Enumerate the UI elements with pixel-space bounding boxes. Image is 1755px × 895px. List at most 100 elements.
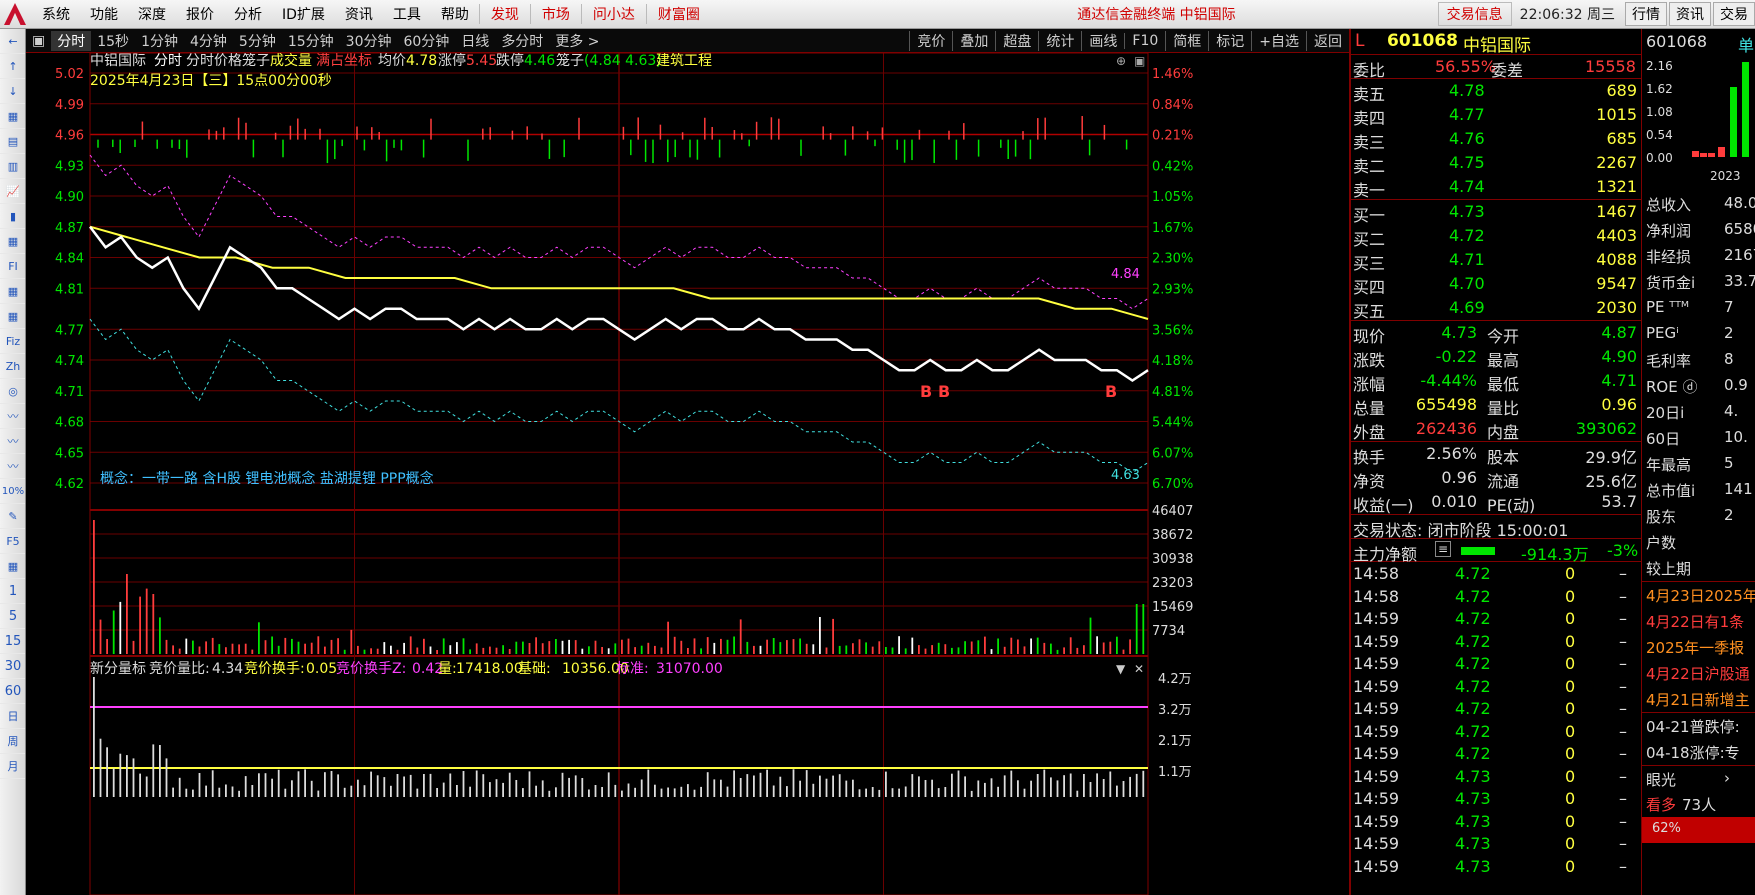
left-tool-8[interactable]: ▦	[0, 229, 25, 254]
left-tool-19[interactable]: ✎	[0, 504, 25, 529]
chart-tool-2[interactable]: 超盘	[995, 30, 1038, 51]
left-tool-0[interactable]: ←	[0, 29, 25, 54]
menu-ask-xiaoda[interactable]: 问小达	[580, 4, 646, 24]
layout-toggle-icon[interactable]: ▣	[26, 33, 51, 49]
chart-tool-7[interactable]: 标记	[1208, 30, 1251, 51]
period-tab-0[interactable]: 分时	[51, 30, 92, 51]
left-tool-23[interactable]: 5	[0, 604, 25, 629]
menu-analysis[interactable]: 分析	[224, 4, 272, 24]
left-tool-26[interactable]: 60	[0, 679, 25, 704]
left-tool-24[interactable]: 15	[0, 629, 25, 654]
period-tab-6[interactable]: 30分钟	[340, 31, 398, 51]
left-tool-13[interactable]: Zh	[0, 354, 25, 379]
ask-row[interactable]: 卖四 4.77 1015	[1351, 103, 1641, 128]
menu-function[interactable]: 功能	[80, 4, 128, 24]
left-tool-28[interactable]: 周	[0, 729, 25, 754]
ask-row[interactable]: 卖一 4.74 1321	[1351, 175, 1641, 200]
ask-row[interactable]: 卖五 4.78 689	[1351, 79, 1641, 104]
period-tab-10[interactable]: 更多 >	[549, 31, 605, 51]
period-tab-7[interactable]: 60分钟	[397, 31, 455, 51]
quote-button[interactable]: 行情	[1625, 2, 1667, 26]
left-tool-27[interactable]: 日	[0, 704, 25, 729]
menu-tools[interactable]: 工具	[383, 4, 431, 24]
ask-row[interactable]: 卖三 4.76 685	[1351, 127, 1641, 152]
left-tool-7[interactable]: ▮	[0, 204, 25, 229]
left-tool-1[interactable]: ↑	[0, 54, 25, 79]
period-tab-8[interactable]: 日线	[455, 31, 495, 51]
f-news-text[interactable]: 4月23日2025年	[1646, 585, 1755, 606]
menu-wealth-circle[interactable]: 财富圈	[645, 4, 711, 24]
maximize-icon[interactable]: ⊕	[1116, 54, 1126, 68]
left-tool-10[interactable]: ▦	[0, 279, 25, 304]
f-news-text[interactable]: 2025年一季报	[1646, 637, 1744, 658]
panel-icon[interactable]: ▣	[1134, 54, 1145, 68]
left-tool-16[interactable]: 〰	[0, 429, 25, 454]
f-news-item[interactable]: 4月22日有1条	[1642, 608, 1755, 634]
f-news-item[interactable]: 2025年一季报	[1642, 634, 1755, 660]
left-tool-25[interactable]: 30	[0, 654, 25, 679]
left-tool-12[interactable]: Fiz	[0, 329, 25, 354]
f-news-text[interactable]: 4月22日沪股通	[1646, 663, 1750, 684]
chart-tool-6[interactable]: 简框	[1165, 30, 1208, 51]
period-tab-3[interactable]: 4分钟	[184, 31, 233, 51]
chart-tool-1[interactable]: 叠加	[952, 30, 995, 51]
chart-tool-3[interactable]: 统计	[1038, 30, 1081, 51]
f-news-text[interactable]: 4月22日有1条	[1646, 611, 1744, 632]
period-tab-9[interactable]: 多分时	[495, 31, 549, 51]
period-tab-5[interactable]: 15分钟	[282, 31, 340, 51]
menu-market[interactable]: 市场	[529, 4, 581, 24]
left-tool-15[interactable]: 〰	[0, 404, 25, 429]
left-tool-18[interactable]: 10%	[0, 479, 25, 504]
chart-tool-0[interactable]: 竞价	[909, 30, 952, 51]
ask-row[interactable]: 卖二 4.75 2267	[1351, 151, 1641, 176]
chart-tool-8[interactable]: +自选	[1251, 30, 1306, 51]
news-button[interactable]: 资讯	[1669, 2, 1711, 26]
left-tool-9[interactable]: FI	[0, 254, 25, 279]
menu-news[interactable]: 资讯	[335, 4, 383, 24]
left-tool-21[interactable]: ▦	[0, 554, 25, 579]
period-tab-1[interactable]: 15秒	[91, 31, 135, 51]
left-tool-22[interactable]: 1	[0, 579, 25, 604]
menu-quote[interactable]: 报价	[176, 4, 224, 24]
left-tool-4[interactable]: ▤	[0, 129, 25, 154]
menu-system[interactable]: 系统	[32, 4, 80, 24]
f-eye-arrow-icon[interactable]: ›	[1724, 769, 1730, 787]
bid-row[interactable]: 买四 4.70 9547	[1351, 272, 1641, 297]
trade-info-button[interactable]: 交易信息	[1437, 2, 1512, 26]
indicator-dropdown-icon[interactable]: ▼	[1116, 662, 1126, 676]
menu-id-ext[interactable]: ID扩展	[272, 4, 335, 24]
left-tool-14[interactable]: ◎	[0, 379, 25, 404]
period-tab-4[interactable]: 5分钟	[233, 31, 282, 51]
chart-tool-4[interactable]: 画线	[1081, 30, 1124, 51]
chart-tool-9[interactable]: 返回	[1306, 30, 1349, 51]
chart-area[interactable]: 中铝国际 分时 分时价格笼子 成交量 满占坐标 均价 4.78 涨停 5.45 …	[26, 53, 1349, 895]
bid-row[interactable]: 买三 4.71 4088	[1351, 248, 1641, 273]
left-tool-5[interactable]: ▥	[0, 154, 25, 179]
chart-tool-5[interactable]: F10	[1124, 32, 1165, 49]
concept-list[interactable]: 概念：一带一路 含H股 锂电池概念 盐湖提锂 PPP概念	[100, 470, 434, 487]
bid-row[interactable]: 买五 4.69 2030	[1351, 296, 1641, 321]
indicator-close-icon[interactable]: ✕	[1134, 662, 1144, 676]
left-tool-2[interactable]: ↓	[0, 79, 25, 104]
f-notice-item[interactable]: 04-18涨停:专	[1642, 739, 1755, 765]
menu-depth[interactable]: 深度	[128, 4, 176, 24]
trade-button[interactable]: 交易	[1713, 2, 1755, 26]
period-tab-2[interactable]: 1分钟	[135, 31, 184, 51]
left-tool-17[interactable]: 〰	[0, 454, 25, 479]
list-icon[interactable]: ≡	[1435, 541, 1452, 557]
bid-row[interactable]: 买二 4.72 4403	[1351, 224, 1641, 249]
f-news-item[interactable]: 4月21日新增主	[1642, 686, 1755, 712]
f-notice-text[interactable]: 04-21普跌停:	[1646, 716, 1740, 737]
left-tool-3[interactable]: ▦	[0, 104, 25, 129]
f-notice-text[interactable]: 04-18涨停:专	[1646, 742, 1740, 763]
menu-discover[interactable]: 发现	[478, 4, 530, 24]
intraday-chart[interactable]: 中铝国际 分时 分时价格笼子 成交量 满占坐标 均价 4.78 涨停 5.45 …	[26, 53, 1349, 895]
left-tool-6[interactable]: 📈	[0, 179, 25, 204]
full-coord-toggle[interactable]: 满占坐标	[316, 53, 372, 69]
left-tool-20[interactable]: F5	[0, 529, 25, 554]
f-notice-item[interactable]: 04-21普跌停:	[1642, 713, 1755, 739]
left-tool-29[interactable]: 月	[0, 754, 25, 779]
f-news-item[interactable]: 4月23日2025年	[1642, 582, 1755, 608]
f-news-text[interactable]: 4月21日新增主	[1646, 689, 1750, 710]
bid-row[interactable]: 买一 4.73 1467	[1351, 200, 1641, 225]
